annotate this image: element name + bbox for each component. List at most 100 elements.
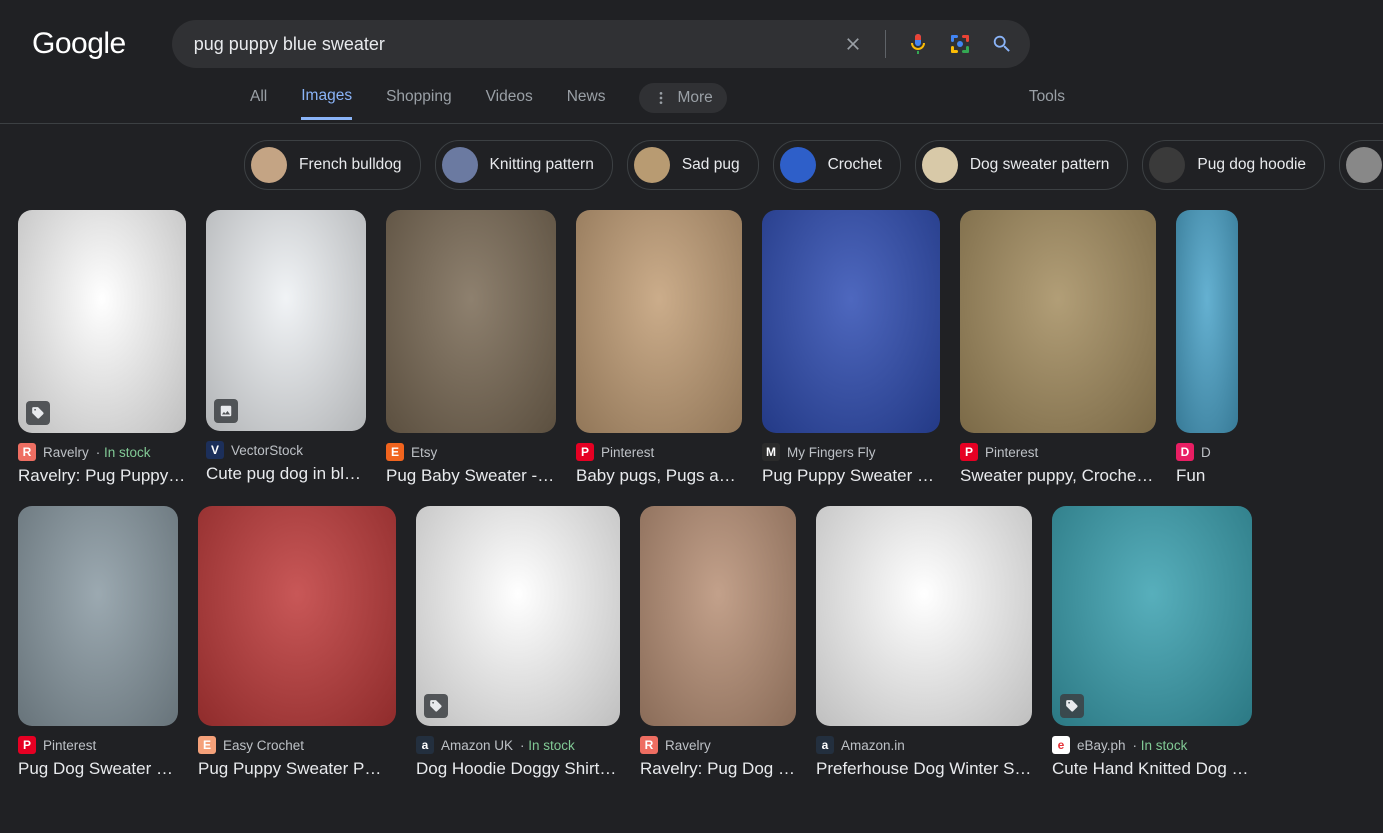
- result-card[interactable]: R Ravelry In stock Ravelry: Pug Puppy…: [18, 210, 186, 486]
- chip-dog-sweater-pattern[interactable]: Dog sweater pattern: [915, 140, 1129, 190]
- result-thumb[interactable]: [576, 210, 742, 433]
- lens-search-icon[interactable]: [948, 32, 972, 56]
- result-source-row: PPinterest: [576, 443, 742, 461]
- result-source-row: a Amazon.in: [816, 736, 1032, 754]
- source-name: Ravelry: [665, 738, 711, 753]
- result-source-row: P Pinterest: [960, 443, 1156, 461]
- result-thumb[interactable]: [386, 210, 556, 433]
- result-thumb[interactable]: [18, 210, 186, 433]
- separator: [885, 30, 886, 58]
- chip-thumb: [634, 147, 670, 183]
- result-thumb[interactable]: [206, 210, 366, 431]
- result-card[interactable]: EEtsyPug Baby Sweater - …: [386, 210, 556, 486]
- result-source-row: P Pinterest: [18, 736, 178, 754]
- result-title: Ravelry: Pug Puppy…: [18, 466, 186, 486]
- favicon: P: [576, 443, 594, 461]
- image-type-icon: [214, 399, 238, 423]
- chip-thumb: [251, 147, 287, 183]
- more-icon: [653, 90, 669, 106]
- favicon: V: [206, 441, 224, 459]
- result-card[interactable]: DDFun: [1176, 210, 1238, 486]
- tools-button[interactable]: Tools: [1029, 88, 1065, 118]
- result-title: Ravelry: Pug Dog …: [640, 759, 796, 779]
- result-card[interactable]: eeBay.phIn stockCute Hand Knitted Dog …: [1052, 506, 1252, 779]
- source-name: Ravelry: [43, 445, 89, 460]
- source-name: Pinterest: [985, 445, 1038, 460]
- favicon: E: [386, 443, 404, 461]
- voice-search-icon[interactable]: [906, 32, 930, 56]
- tab-images[interactable]: Images: [301, 87, 352, 120]
- tab-all[interactable]: All: [250, 88, 267, 118]
- tab-shopping[interactable]: Shopping: [386, 88, 452, 118]
- product-tag-icon: [1060, 694, 1084, 718]
- source-name: Amazon.in: [841, 738, 905, 753]
- stock-badge: In stock: [96, 445, 151, 460]
- tab-videos[interactable]: Videos: [486, 88, 533, 118]
- chip-label: Dog sweater pattern: [970, 156, 1110, 174]
- stock-badge: In stock: [1133, 738, 1188, 753]
- result-card[interactable]: a Amazon.in Preferhouse Dog Winter S…: [816, 506, 1032, 779]
- result-card[interactable]: aAmazon UKIn stockDog Hoodie Doggy Shirt…: [416, 506, 620, 779]
- result-source-row: eeBay.phIn stock: [1052, 736, 1252, 754]
- result-card[interactable]: V VectorStock Cute pug dog in bl…: [206, 210, 366, 486]
- result-title: Dog Hoodie Doggy Shirt…: [416, 759, 620, 779]
- result-title: Pug Puppy Sweater P…: [198, 759, 396, 779]
- result-source-row: MMy Fingers Fly: [762, 443, 940, 461]
- chip-sad-pug[interactable]: Sad pug: [627, 140, 759, 190]
- search-bar: [172, 20, 1030, 68]
- result-thumb[interactable]: [18, 506, 178, 726]
- favicon: E: [198, 736, 216, 754]
- chip-label: Sad pug: [682, 156, 740, 174]
- result-title: Fun: [1176, 466, 1238, 486]
- favicon: R: [640, 736, 658, 754]
- favicon: P: [18, 736, 36, 754]
- favicon: a: [816, 736, 834, 754]
- result-title: Pug Puppy Sweater …: [762, 466, 940, 486]
- chip-knitting-pattern[interactable]: Knitting pattern: [435, 140, 613, 190]
- tabs-row: All Images Shopping Videos News More Too…: [0, 72, 1383, 124]
- chip-partial[interactable]: [1339, 140, 1383, 190]
- results-grid: R Ravelry In stock Ravelry: Pug Puppy… V Vect…: [0, 210, 1383, 799]
- clear-icon[interactable]: [841, 32, 865, 56]
- favicon: M: [762, 443, 780, 461]
- result-card[interactable]: R Ravelry Ravelry: Pug Dog …: [640, 506, 796, 779]
- result-source-row: E Easy Crochet: [198, 736, 396, 754]
- google-logo[interactable]: Google: [32, 27, 126, 61]
- result-title: Preferhouse Dog Winter S…: [816, 759, 1032, 779]
- source-name: VectorStock: [231, 443, 303, 458]
- result-thumb[interactable]: [816, 506, 1032, 726]
- chip-label: Crochet: [828, 156, 882, 174]
- favicon: R: [18, 443, 36, 461]
- chip-crochet[interactable]: Crochet: [773, 140, 901, 190]
- search-input[interactable]: [194, 34, 841, 55]
- search-icon[interactable]: [990, 32, 1014, 56]
- result-thumb[interactable]: [1052, 506, 1252, 726]
- source-name: D: [1201, 445, 1211, 460]
- source-name: Pinterest: [43, 738, 96, 753]
- result-thumb[interactable]: [762, 210, 940, 433]
- result-card[interactable]: E Easy Crochet Pug Puppy Sweater P…: [198, 506, 396, 779]
- result-title: Baby pugs, Pugs an…: [576, 466, 742, 486]
- result-title: Cute pug dog in bl…: [206, 464, 366, 484]
- source-name: Easy Crochet: [223, 738, 304, 753]
- result-thumb[interactable]: [640, 506, 796, 726]
- favicon: a: [416, 736, 434, 754]
- chip-thumb: [1149, 147, 1185, 183]
- chip-label: Knitting pattern: [490, 156, 594, 174]
- chip-thumb: [442, 147, 478, 183]
- result-card[interactable]: PPinterestPug Dog Sweater …: [18, 506, 178, 779]
- result-card[interactable]: PPinterestSweater puppy, Croche…: [960, 210, 1156, 486]
- tab-more[interactable]: More: [639, 83, 726, 113]
- result-source-row: R Ravelry In stock: [18, 443, 186, 461]
- chip-label: French bulldog: [299, 156, 402, 174]
- result-card[interactable]: MMy Fingers Fly Pug Puppy Sweater …: [762, 210, 940, 486]
- tab-news[interactable]: News: [567, 88, 606, 118]
- chip-pug-dog-hoodie[interactable]: Pug dog hoodie: [1142, 140, 1325, 190]
- chip-french-bulldog[interactable]: French bulldog: [244, 140, 421, 190]
- result-thumb[interactable]: [960, 210, 1156, 433]
- result-card[interactable]: PPinterest Baby pugs, Pugs an…: [576, 210, 742, 486]
- favicon: P: [960, 443, 978, 461]
- result-thumb[interactable]: [198, 506, 396, 726]
- result-thumb[interactable]: [416, 506, 620, 726]
- result-thumb[interactable]: [1176, 210, 1238, 433]
